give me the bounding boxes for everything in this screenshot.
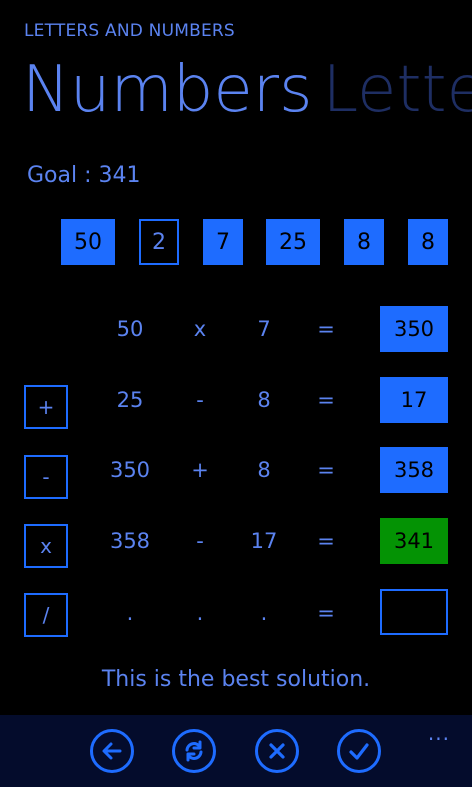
result-tile-goal[interactable]: 341 xyxy=(380,518,448,564)
operand-b: 7 xyxy=(257,317,271,341)
multiply-operator-button[interactable]: x xyxy=(24,524,68,568)
equals-sign: = xyxy=(317,317,335,341)
app-bar: ... xyxy=(0,715,472,787)
operator-symbol: x xyxy=(193,317,207,341)
operand-b: . xyxy=(260,601,268,625)
more-options-ellipsis[interactable]: ... xyxy=(428,721,450,745)
result-tile-empty[interactable] xyxy=(380,589,448,635)
operator-symbol: - xyxy=(196,529,204,553)
back-button[interactable] xyxy=(90,729,134,773)
operator-symbol: . xyxy=(196,601,204,625)
divide-operator-button[interactable]: / xyxy=(24,593,68,637)
plus-operator-button[interactable]: + xyxy=(24,385,68,429)
pivot-item-numbers[interactable]: Numbers xyxy=(22,53,312,127)
operand-b: 8 xyxy=(257,458,271,482)
minus-operator-button[interactable]: - xyxy=(24,455,68,499)
equals-sign: = xyxy=(317,388,335,412)
operand-a: . xyxy=(126,601,134,625)
operator-symbol: + xyxy=(191,458,209,482)
result-tile[interactable]: 17 xyxy=(380,377,448,423)
number-tile-5[interactable]: 8 xyxy=(344,219,384,265)
number-tile-1[interactable]: 50 xyxy=(61,219,115,265)
result-tile[interactable]: 358 xyxy=(380,447,448,493)
pivot-header: Numbers Lette xyxy=(22,50,472,130)
operand-b: 8 xyxy=(257,388,271,412)
operand-a: 25 xyxy=(116,388,144,412)
operand-b: 17 xyxy=(250,529,278,553)
app-title: LETTERS AND NUMBERS xyxy=(24,21,235,41)
number-tile-6[interactable]: 8 xyxy=(408,219,448,265)
number-tile-2[interactable]: 2 xyxy=(139,219,179,265)
refresh-button[interactable] xyxy=(172,729,216,773)
clear-button[interactable] xyxy=(255,729,299,773)
operand-a: 358 xyxy=(109,529,151,553)
operator-symbol: - xyxy=(196,388,204,412)
refresh-icon xyxy=(185,740,203,762)
operand-a: 50 xyxy=(116,317,144,341)
pivot-item-letters[interactable]: Lette xyxy=(322,53,472,127)
operand-a: 350 xyxy=(109,458,151,482)
number-tile-3[interactable]: 7 xyxy=(203,219,243,265)
goal-label: Goal : 341 xyxy=(27,163,141,188)
number-tile-4[interactable]: 25 xyxy=(266,219,320,265)
back-arrow-icon xyxy=(102,742,122,760)
close-icon xyxy=(269,743,285,759)
validate-button[interactable] xyxy=(337,729,381,773)
result-tile[interactable]: 350 xyxy=(380,306,448,352)
equals-sign: = xyxy=(317,529,335,553)
solution-message: This is the best solution. xyxy=(101,667,371,692)
equals-sign: = xyxy=(317,601,335,625)
equals-sign: = xyxy=(317,458,335,482)
checkmark-icon xyxy=(349,743,369,760)
